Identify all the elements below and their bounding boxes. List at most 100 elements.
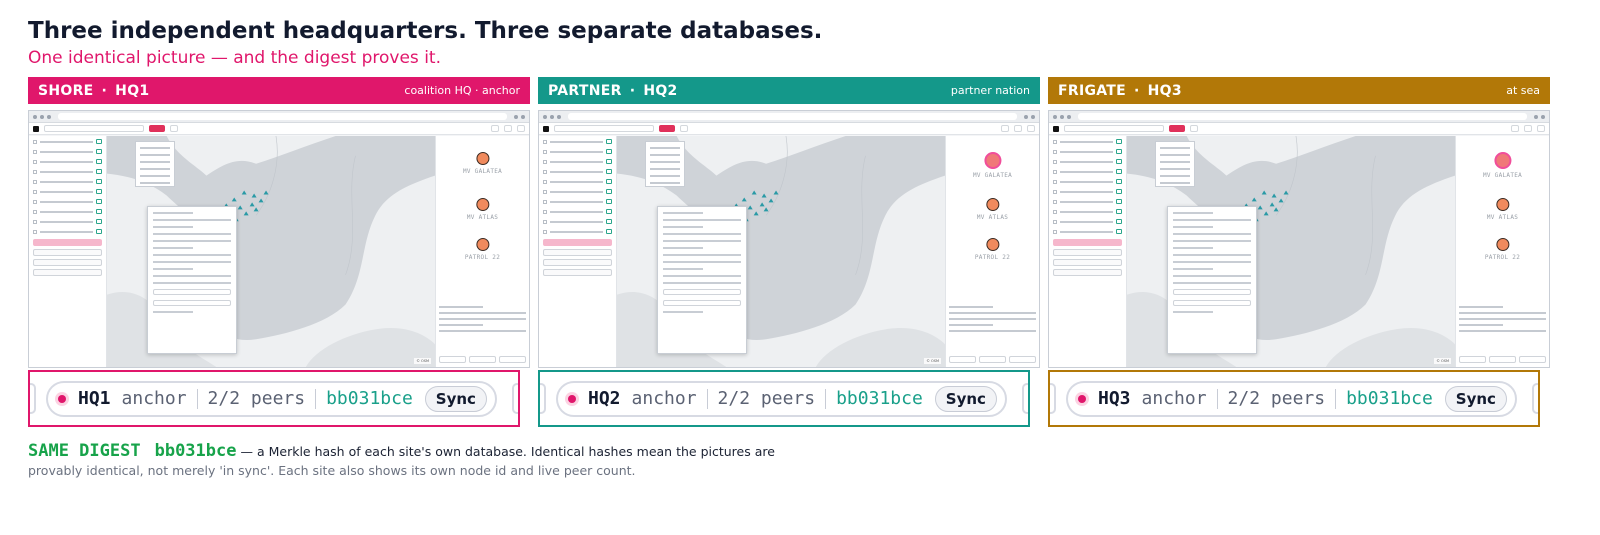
live-dot-icon [568,394,576,403]
refresh-button[interactable] [1053,249,1122,256]
layer-action-button[interactable] [543,239,612,246]
clear-data-button[interactable] [33,259,102,266]
refresh-button[interactable] [543,249,612,256]
layer-row [33,138,102,147]
data-layers-sidebar [29,136,107,367]
refresh-button[interactable] [33,249,102,256]
layer-row [33,208,102,217]
pill-edge-left [540,383,546,414]
sync-button[interactable]: Sync [424,385,487,412]
node-role: anchor [631,388,697,409]
action-button[interactable] [1489,356,1516,363]
node-role: anchor [121,388,187,409]
link-analysis-panel: MV GALATEA MV ATLAS PATROL 22 [435,136,529,367]
action-button[interactable] [949,356,976,363]
layer-row [543,168,612,177]
selected-vessel-details [949,302,1036,332]
search-button [659,125,675,132]
layer-row [543,198,612,207]
ship-label: MV ATLAS [976,214,1009,221]
node-id: HQ2 [588,388,621,409]
ship-marker[interactable]: MV GALATEA [463,152,502,175]
digest-hash: bb031bce [326,388,413,409]
panel-site-title: FRIGATE · HQ3 [1058,82,1182,99]
ship-marker[interactable]: PATROL 22 [465,238,500,261]
correlation-button[interactable] [543,269,612,276]
app-toolbar [539,123,1039,135]
divider [196,388,198,409]
screenshot-thumbnail-hq3: © OSM MV GALATEA MV ATLAS PATROL 22 [1048,110,1550,368]
layer-row [33,228,102,237]
map-attribution: © OSM [414,358,431,364]
digest-hash: bb031bce [836,388,923,409]
live-dot-icon [58,394,66,403]
panel-header-hq1: SHORE · HQ1 coalition HQ · anchor [28,77,530,104]
layer-row [33,148,102,157]
tools-menu [135,141,175,187]
layer-action-button[interactable] [1053,239,1122,246]
action-button[interactable] [499,356,526,363]
divider [1335,388,1337,409]
vessel-detail-card [147,206,237,354]
node-role: anchor [1141,388,1207,409]
ship-marker[interactable]: MV ATLAS [467,198,498,221]
ship-marker[interactable]: PATROL 22 [975,238,1010,261]
page-title: Three independent headquarters. Three se… [28,18,823,44]
map-view[interactable]: © OSM [107,136,435,367]
divider [1216,388,1218,409]
layer-row [33,218,102,227]
map-view[interactable]: © OSM [1127,136,1455,367]
ship-marker[interactable]: MV ATLAS [1487,198,1518,221]
app-logo-icon [1053,125,1059,132]
search-input [1064,125,1164,132]
sync-button[interactable]: Sync [934,385,997,412]
pill-edge-left [1050,383,1056,414]
link-analysis-panel: MV GALATEA MV ATLAS PATROL 22 [1455,136,1549,367]
panel-hq1: SHORE · HQ1 coalition HQ · anchor © OSM MV … [28,77,530,368]
footer-digest: bb031bce [154,441,237,461]
ship-marker[interactable]: MV GALATEA [1483,152,1522,179]
layer-row [543,188,612,197]
layer-row [1053,198,1122,207]
peer-count: 2/2 peers [1227,388,1326,409]
layer-row [33,178,102,187]
panel-site-title: PARTNER · HQ2 [548,82,678,99]
node-id: HQ1 [78,388,111,409]
ship-marker[interactable]: MV GALATEA [973,152,1012,179]
panel-hq3: FRIGATE · HQ3 at sea © OSM MV GALATEA MV ATL… [1048,77,1550,368]
layer-row [543,148,612,157]
clear-data-button[interactable] [1053,259,1122,266]
action-button[interactable] [979,356,1006,363]
layer-row [1053,178,1122,187]
map-view[interactable]: © OSM [617,136,945,367]
sync-button[interactable]: Sync [1444,385,1507,412]
action-button[interactable] [469,356,496,363]
correlation-button[interactable] [1053,269,1122,276]
app-logo-icon [543,125,549,132]
ship-label: PATROL 22 [1484,254,1521,261]
layer-row [543,218,612,227]
ship-label: PATROL 22 [464,254,501,261]
correlation-button[interactable] [33,269,102,276]
map-attribution: © OSM [924,358,941,364]
layer-row [1053,208,1122,217]
layer-row [543,138,612,147]
clear-data-button[interactable] [543,259,612,266]
footer-explanation: — a Merkle hash of each site's own datab… [240,444,775,459]
layer-row [1053,168,1122,177]
layer-row [1053,148,1122,157]
action-button[interactable] [1009,356,1036,363]
action-button[interactable] [439,356,466,363]
ship-label: MV ATLAS [466,214,499,221]
divider [706,388,708,409]
action-button[interactable] [1459,356,1486,363]
screenshot-thumbnail-hq1: © OSM MV GALATEA MV ATLAS PATROL 22 [28,110,530,368]
panel-descriptor: at sea [1506,84,1540,97]
ship-marker[interactable]: PATROL 22 [1485,238,1520,261]
selected-vessel-details [439,302,526,332]
layer-action-button[interactable] [33,239,102,246]
ship-marker[interactable]: MV ATLAS [977,198,1008,221]
search-button [149,125,165,132]
layer-row [543,208,612,217]
action-button[interactable] [1519,356,1546,363]
